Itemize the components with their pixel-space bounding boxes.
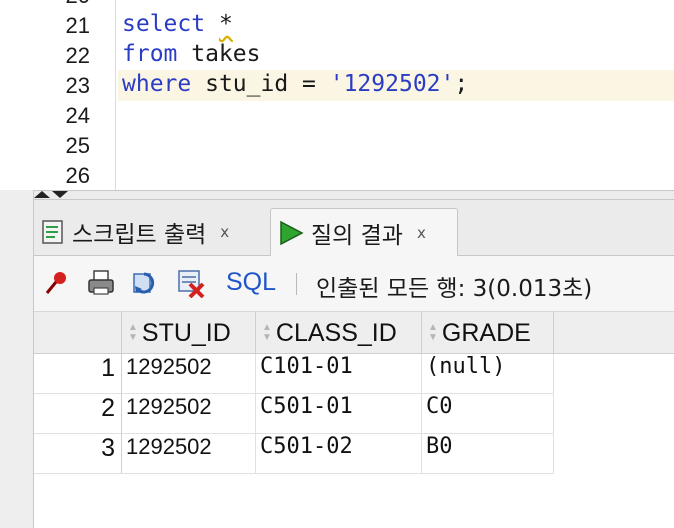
code-line[interactable]: where stu_id = '1292502'; — [122, 71, 468, 101]
column-header-label: STU_ID — [141, 318, 231, 347]
tab-query-result[interactable]: 질의 결과 x — [270, 208, 458, 256]
column-header[interactable]: ▲ ▼ STU_ID — [122, 312, 256, 354]
line-number: 22 — [65, 43, 90, 68]
sql-token: stu_id = — [191, 71, 330, 97]
results-grid[interactable]: ▲ ▼ STU_ID ▲ ▼ CLASS_ID ▲ ▼ GRADE 1 1292502 C101-0… — [34, 312, 674, 528]
grid-header: ▲ ▼ STU_ID ▲ ▼ CLASS_ID ▲ ▼ GRADE — [34, 312, 674, 354]
table-cell[interactable]: C101-01 — [256, 354, 422, 394]
table-cell[interactable]: C501-01 — [256, 394, 422, 434]
column-header-label: GRADE — [441, 318, 531, 347]
sql-button[interactable]: SQL — [226, 268, 276, 297]
table-cell[interactable]: B0 — [422, 434, 554, 474]
code-line[interactable]: from takes — [122, 41, 260, 71]
column-header-label: CLASS_ID — [275, 318, 397, 347]
table-cell[interactable]: C501-02 — [256, 434, 422, 474]
table-cell[interactable]: (null) — [422, 354, 554, 394]
sort-icon[interactable]: ▲ ▼ — [428, 323, 438, 343]
print-icon[interactable] — [86, 268, 116, 298]
panel-splitter[interactable] — [34, 190, 674, 200]
cancel-query-icon[interactable] — [176, 268, 206, 298]
sort-icon[interactable]: ▲ ▼ — [262, 323, 272, 343]
sql-keyword: from — [122, 41, 178, 67]
gutter-divider — [115, 0, 116, 190]
tab-script-output-label: 스크립트 출력 — [72, 222, 207, 248]
collapse-down-icon[interactable] — [52, 191, 68, 198]
table-row[interactable]: 3 1292502 C501-02 B0 — [34, 434, 554, 474]
line-number: 20 — [66, 0, 90, 11]
table-row[interactable]: 1 1292502 C101-01 (null) — [34, 354, 554, 394]
row-number-header — [34, 312, 122, 354]
toolbar-separator — [296, 273, 297, 295]
line-number: 23 — [65, 73, 90, 98]
refresh-icon[interactable] — [130, 268, 160, 298]
output-tab-bar: 스크립트 출력 x 질의 결과 x — [34, 200, 674, 256]
table-cell[interactable]: 1292502 — [122, 434, 256, 474]
line-number: 21 — [65, 13, 90, 38]
sql-keyword: where — [122, 71, 192, 97]
results-toolbar: SQL 인출된 모든 행: 3(0.013초) — [34, 256, 674, 312]
table-cell[interactable]: 1292502 — [122, 354, 256, 394]
fetch-status-text: 인출된 모든 행: 3(0.013초) — [316, 276, 593, 302]
column-header[interactable]: ▲ ▼ GRADE — [422, 312, 554, 354]
sql-token: takes — [177, 41, 261, 67]
run-query-icon — [280, 220, 304, 245]
table-cell[interactable]: 1292502 — [122, 394, 256, 434]
sql-editor[interactable]: 20212223242526 select *from takeswhere s… — [0, 0, 674, 190]
line-number: 26 — [65, 163, 90, 188]
script-output-icon — [42, 220, 63, 244]
close-icon[interactable]: x — [417, 224, 426, 242]
tab-script-output[interactable]: 스크립트 출력 x — [40, 208, 229, 256]
column-header[interactable]: ▲ ▼ CLASS_ID — [256, 312, 422, 354]
sql-token: ; — [454, 71, 469, 97]
sql-string: '1292502' — [329, 71, 455, 97]
close-icon[interactable]: x — [220, 223, 229, 241]
tab-query-result-label: 질의 결과 — [311, 222, 403, 249]
collapse-up-icon[interactable] — [34, 191, 50, 198]
line-number-gutter: 20 21 22 23 24 25 26 — [34, 0, 116, 190]
pin-icon[interactable] — [42, 268, 72, 298]
sql-keyword: select — [122, 11, 206, 37]
row-number[interactable]: 2 — [34, 394, 122, 434]
table-row[interactable]: 2 1292502 C501-01 C0 — [34, 394, 554, 434]
sql-token: * — [218, 11, 233, 37]
code-line[interactable]: select * — [122, 11, 233, 41]
table-cell[interactable]: C0 — [422, 394, 554, 434]
line-number: 24 — [65, 103, 90, 128]
row-number[interactable]: 1 — [34, 354, 122, 394]
row-number[interactable]: 3 — [34, 434, 122, 474]
sort-icon[interactable]: ▲ ▼ — [128, 323, 138, 343]
line-number: 25 — [65, 133, 90, 158]
